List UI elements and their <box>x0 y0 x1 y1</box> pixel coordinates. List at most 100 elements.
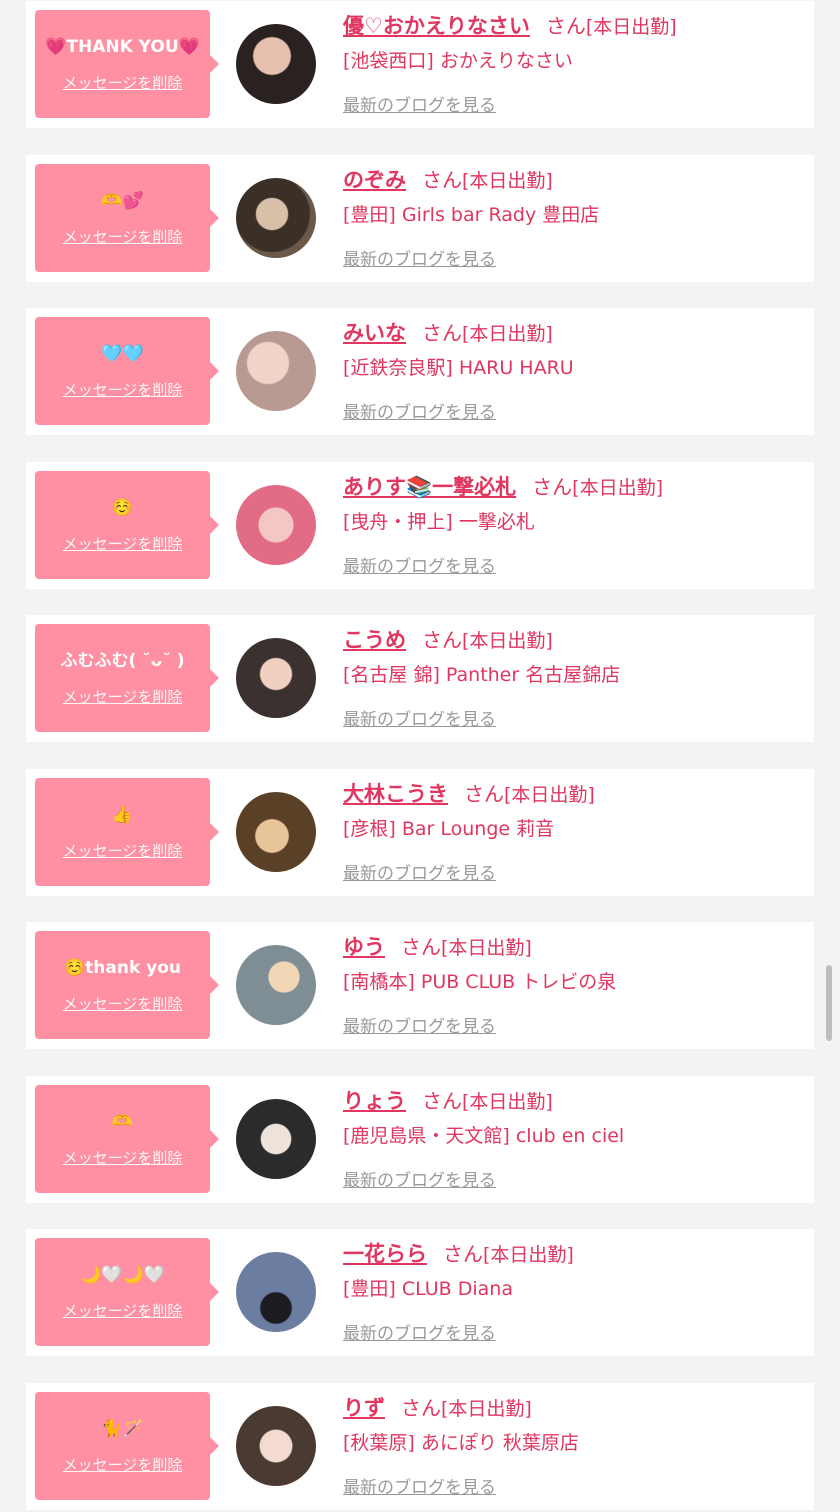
latest-blog-link[interactable]: 最新のブログを見る <box>343 91 496 116</box>
name-line: りょう さん[本日出勤] <box>343 1088 553 1116</box>
list-item: 🐈🪄 メッセージを削除 りず さん[本日出勤] [秋葉原] あにぽり 秋葉原店 最… <box>26 1382 814 1510</box>
name-line: 優♡おかえりなさい さん[本日出勤] <box>343 13 677 41</box>
name-line: こうめ さん[本日出勤] <box>343 627 553 655</box>
shop-info: [曳舟・押上] 一撃必札 <box>343 510 535 533</box>
cast-name-link[interactable]: のぞみ <box>343 168 406 192</box>
delete-message-link[interactable]: メッセージを削除 <box>35 840 210 861</box>
delete-message-link[interactable]: メッセージを削除 <box>35 533 210 554</box>
message-bubble: 🐈🪄 メッセージを削除 <box>35 1391 219 1500</box>
shop-info: [南橋本] PUB CLUB トレビの泉 <box>343 971 617 993</box>
message-text: 💗THANK YOU💗 <box>45 37 200 57</box>
status-badge: [本日出勤] <box>572 476 663 499</box>
message-bubble: 🫶💕 メッセージを削除 <box>35 163 219 272</box>
message-bubble: 💗THANK YOU💗 メッセージを削除 <box>35 10 219 118</box>
status-badge: [本日出勤] <box>462 169 553 192</box>
avatar[interactable] <box>236 331 316 411</box>
message-list: 💗THANK YOU💗 メッセージを削除 優♡おかえりなさい さん[本日出勤] [… <box>0 0 840 1512</box>
avatar[interactable] <box>236 24 316 104</box>
avatar[interactable] <box>236 791 316 872</box>
message-text: ☺️ <box>111 497 134 518</box>
list-item: 🫶 メッセージを削除 りょう さん[本日出勤] [鹿児島県・天文館] club e… <box>26 1075 814 1203</box>
name-line: のぞみ さん[本日出勤] <box>343 167 553 195</box>
latest-blog-link[interactable]: 最新のブログを見る <box>343 1012 496 1037</box>
cast-name-link[interactable]: 一花らら <box>343 1242 427 1266</box>
delete-message-link[interactable]: メッセージを削除 <box>35 379 210 400</box>
list-item: 💗THANK YOU💗 メッセージを削除 優♡おかえりなさい さん[本日出勤] [… <box>26 1 814 128</box>
avatar[interactable] <box>236 638 316 718</box>
delete-message-link[interactable]: メッセージを削除 <box>35 686 210 707</box>
delete-message-link[interactable]: メッセージを削除 <box>35 1147 210 1168</box>
shop-info: [池袋西口] おかえりなさい <box>343 50 573 72</box>
status-badge: [本日出勤] <box>462 323 553 345</box>
delete-message-link[interactable]: メッセージを削除 <box>35 1300 210 1321</box>
cast-name-link[interactable]: 大林こうき <box>343 782 448 806</box>
avatar[interactable] <box>236 484 316 565</box>
avatar[interactable] <box>236 1252 316 1332</box>
delete-message-link[interactable]: メッセージを削除 <box>35 226 210 247</box>
scrollbar[interactable] <box>826 965 832 1041</box>
list-item: ☺️thank you メッセージを削除 ゆう さん[本日出勤] [南橋本] PU… <box>26 922 814 1049</box>
latest-blog-link[interactable]: 最新のブログを見る <box>343 552 496 577</box>
shop-info: [豊田] Girls bar Rady 豊田店 <box>343 203 600 226</box>
shop-info: [彦根] Bar Lounge 莉音 <box>343 817 555 840</box>
status-badge: [本日出勤] <box>504 783 595 806</box>
name-line: みいな さん[本日出勤] <box>343 320 553 348</box>
message-text: ふむふむ( ˘ᴗ˘ ) <box>60 651 185 671</box>
latest-blog-link[interactable]: 最新のブログを見る <box>343 705 496 730</box>
list-item: 🌙🤍🌙🤍 メッセージを削除 一花らら さん[本日出勤] [豊田] CLUB Dia… <box>26 1229 814 1356</box>
avatar[interactable] <box>236 1098 316 1179</box>
honorific-label: さん <box>464 781 504 806</box>
latest-blog-link[interactable]: 最新のブログを見る <box>343 1166 496 1191</box>
honorific-label: さん <box>422 1088 462 1113</box>
honorific-label: さん <box>532 474 573 499</box>
honorific-label: さん <box>401 935 441 959</box>
honorific-label: さん <box>443 1242 483 1266</box>
avatar[interactable] <box>236 1405 316 1486</box>
status-badge: [本日出勤] <box>462 630 553 652</box>
message-text: 🫶 <box>111 1111 134 1132</box>
message-bubble: ☺️thank you メッセージを削除 <box>35 931 219 1039</box>
list-item: 🩵🩵 メッセージを削除 みいな さん[本日出勤] [近鉄奈良駅] HARU HAR… <box>26 308 814 435</box>
list-item: ふむふむ( ˘ᴗ˘ ) メッセージを削除 こうめ さん[本日出勤] [名古屋 錦]… <box>26 615 814 742</box>
delete-message-link[interactable]: メッセージを削除 <box>35 1454 210 1475</box>
status-badge: [本日出勤] <box>441 1397 532 1420</box>
delete-message-link[interactable]: メッセージを削除 <box>35 993 210 1014</box>
delete-message-link[interactable]: メッセージを削除 <box>35 72 210 93</box>
name-line: 大林こうき さん[本日出勤] <box>343 781 595 809</box>
name-line: 一花らら さん[本日出勤] <box>343 1241 574 1269</box>
shop-info: [秋葉原] あにぽり 秋葉原店 <box>343 1431 579 1454</box>
message-bubble: ふむふむ( ˘ᴗ˘ ) メッセージを削除 <box>35 624 219 732</box>
list-item: ☺️ メッセージを削除 ありす📚一撃必札 さん[本日出勤] [曳舟・押上] 一撃必… <box>26 461 814 589</box>
cast-name-link[interactable]: こうめ <box>343 628 406 652</box>
status-badge: [本日出勤] <box>585 16 677 38</box>
message-text: 🫶💕 <box>101 190 144 211</box>
message-text: 🌙🤍🌙🤍 <box>80 1265 165 1285</box>
cast-name-link[interactable]: みいな <box>343 321 406 345</box>
latest-blog-link[interactable]: 最新のブログを見る <box>343 859 496 884</box>
avatar[interactable] <box>236 177 316 258</box>
avatar[interactable] <box>236 945 316 1025</box>
cast-name-link[interactable]: ゆう <box>343 935 385 959</box>
status-badge: [本日出勤] <box>462 1090 553 1113</box>
cast-name-link[interactable]: りょう <box>343 1089 406 1113</box>
cast-name-link[interactable]: ありす📚一撃必札 <box>343 475 516 499</box>
message-text: ☺️thank you <box>63 958 182 978</box>
status-badge: [本日出勤] <box>483 1244 574 1266</box>
message-text: 🩵🩵 <box>101 344 144 364</box>
message-text: 👍 <box>111 804 134 825</box>
latest-blog-link[interactable]: 最新のブログを見る <box>343 1473 496 1498</box>
name-line: ありす📚一撃必札 さん[本日出勤] <box>343 474 663 502</box>
list-item: 👍 メッセージを削除 大林こうき さん[本日出勤] [彦根] Bar Lounge… <box>26 768 814 896</box>
name-line: ゆう さん[本日出勤] <box>343 934 532 962</box>
cast-name-link[interactable]: りず <box>343 1396 385 1420</box>
honorific-label: さん <box>545 14 586 38</box>
shop-info: [名古屋 錦] Panther 名古屋錦店 <box>343 664 621 686</box>
message-bubble: 🫶 メッセージを削除 <box>35 1084 219 1193</box>
message-bubble: 👍 メッセージを削除 <box>35 777 219 886</box>
latest-blog-link[interactable]: 最新のブログを見る <box>343 398 496 423</box>
message-bubble: 🩵🩵 メッセージを削除 <box>35 317 219 425</box>
cast-name-link[interactable]: 優♡おかえりなさい <box>343 14 530 38</box>
latest-blog-link[interactable]: 最新のブログを見る <box>343 1319 496 1344</box>
message-bubble: 🌙🤍🌙🤍 メッセージを削除 <box>35 1238 219 1346</box>
latest-blog-link[interactable]: 最新のブログを見る <box>343 245 496 270</box>
